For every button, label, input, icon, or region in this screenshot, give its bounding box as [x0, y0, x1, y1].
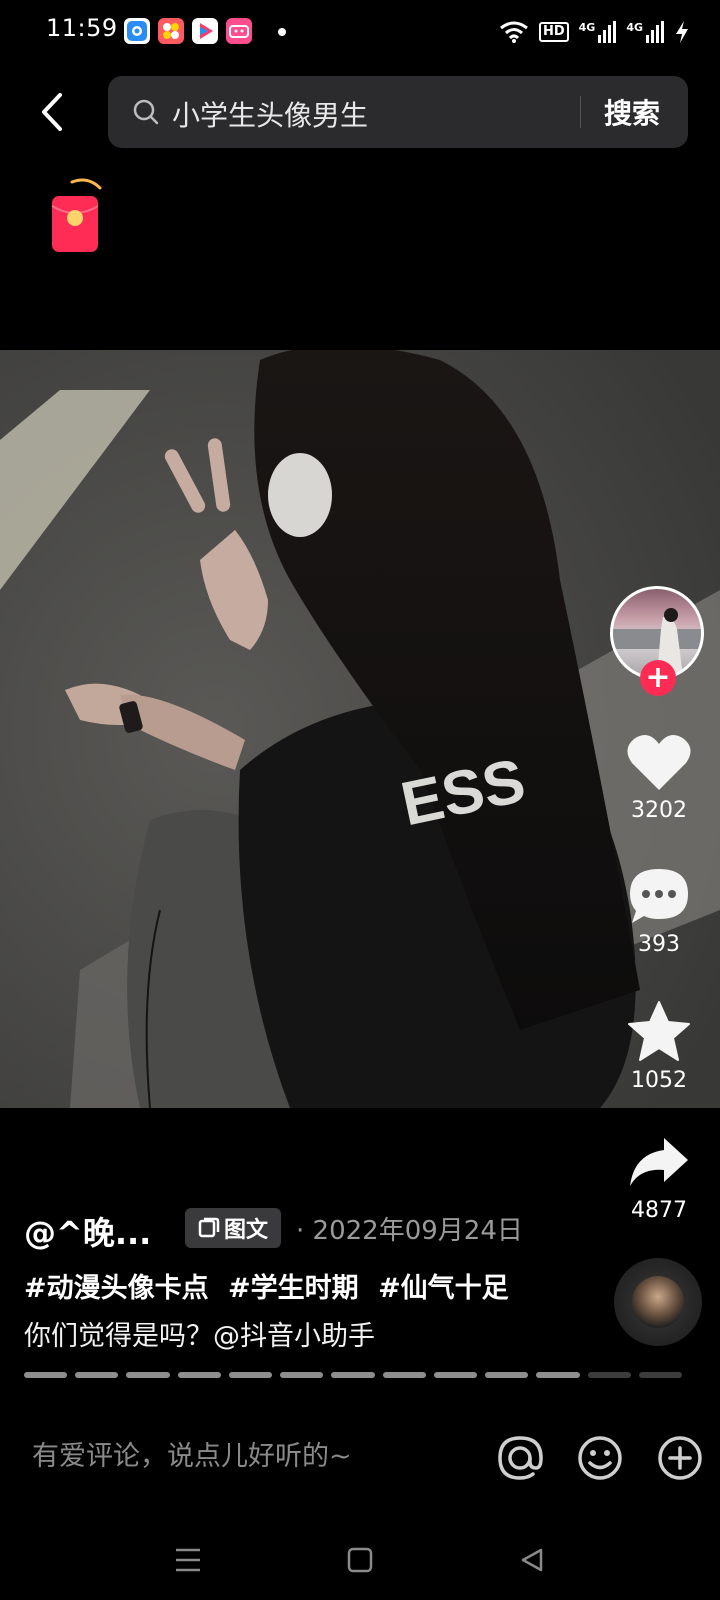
- network-type-2: 4G: [626, 21, 643, 34]
- system-nav-bar: [0, 1520, 720, 1600]
- music-disc[interactable]: [614, 1258, 702, 1346]
- comment-input[interactable]: 有爱评论，说点儿好听的~: [32, 1434, 352, 1473]
- home-button[interactable]: [340, 1540, 380, 1580]
- share-count: 4877: [631, 1198, 687, 1223]
- signal-icon-2: 4G: [626, 21, 664, 43]
- progress-segment: [536, 1372, 580, 1378]
- status-time: 11:59: [46, 14, 118, 42]
- hd-voice-badge: HD: [538, 22, 569, 42]
- plus-circle-icon[interactable]: [656, 1434, 704, 1482]
- post-description[interactable]: 你们觉得是吗？@抖音小助手: [24, 1314, 375, 1353]
- image-post-icon: [198, 1217, 220, 1238]
- hashtag[interactable]: #仙气十足: [378, 1273, 509, 1304]
- progress-segment: [177, 1372, 221, 1378]
- comment-action[interactable]: 393: [614, 866, 704, 957]
- author-avatar[interactable]: +: [610, 586, 704, 696]
- hashtag-list: #动漫头像卡点 #学生时期 #仙气十足: [24, 1266, 519, 1305]
- app-notification-icon-3: [192, 18, 218, 44]
- status-bar: 11:59 HD 4G 4G: [0, 0, 720, 66]
- wifi-icon: [500, 21, 528, 43]
- square-icon: [347, 1547, 373, 1573]
- status-indicators: HD 4G 4G: [499, 16, 690, 48]
- progress-segment: [587, 1372, 631, 1378]
- menu-icon: [176, 1548, 200, 1572]
- app-notification-icon-2: [158, 18, 184, 44]
- search-icon: [133, 99, 159, 125]
- triangle-back-icon: [521, 1548, 543, 1572]
- progress-segment: [485, 1372, 529, 1378]
- star-icon: [628, 1001, 690, 1061]
- recents-button[interactable]: [168, 1540, 208, 1580]
- red-packet-icon[interactable]: [48, 176, 104, 256]
- progress-segment: [280, 1372, 324, 1378]
- progress-segment: [126, 1372, 170, 1378]
- back-button[interactable]: [32, 88, 72, 136]
- like-action[interactable]: 3202: [614, 732, 704, 823]
- comment-bubble-icon: [630, 869, 688, 923]
- follow-button[interactable]: +: [640, 660, 676, 696]
- progress-segment: [331, 1372, 375, 1378]
- progress-segment: [24, 1372, 68, 1378]
- charging-icon: [676, 21, 688, 43]
- search-input[interactable]: 小学生头像男生: [172, 94, 368, 134]
- post-date: · 2022年09月24日: [296, 1216, 523, 1246]
- hashtag[interactable]: #动漫头像卡点: [24, 1273, 209, 1304]
- network-type-1: 4G: [578, 21, 596, 34]
- favorite-action[interactable]: 1052: [614, 1000, 704, 1093]
- app-notification-icon-1: [124, 18, 150, 44]
- post-type-chip: 图文: [185, 1208, 281, 1248]
- progress-segment: [638, 1372, 683, 1378]
- author-name[interactable]: @^晚...: [24, 1208, 151, 1254]
- back-nav-button[interactable]: [512, 1540, 552, 1580]
- post-image[interactable]: ESS: [0, 350, 720, 1108]
- like-count: 3202: [631, 798, 687, 823]
- comment-count: 393: [638, 932, 680, 957]
- progress-segment: [228, 1372, 273, 1378]
- music-cover: [632, 1276, 684, 1328]
- chevron-left-icon: [42, 93, 62, 131]
- search-button[interactable]: 搜索: [604, 92, 660, 132]
- image-progress: [24, 1372, 683, 1378]
- search-divider: [580, 96, 581, 128]
- heart-icon: [627, 735, 691, 790]
- search-bar[interactable]: 小学生头像男生 搜索: [108, 76, 688, 148]
- share-action[interactable]: 4877: [614, 1134, 704, 1223]
- favorite-count: 1052: [631, 1068, 687, 1093]
- progress-segment: [382, 1372, 426, 1378]
- hashtag[interactable]: #学生时期: [228, 1273, 359, 1304]
- share-arrow-icon: [630, 1138, 688, 1186]
- signal-icon-1: 4G: [579, 21, 617, 43]
- app-notification-icon-4: [226, 18, 252, 44]
- notification-dot: [278, 28, 286, 36]
- progress-segment: [433, 1372, 478, 1378]
- post-photo: ESS: [0, 350, 720, 1108]
- progress-segment: [75, 1372, 119, 1378]
- smiley-icon[interactable]: [576, 1434, 624, 1482]
- post-type-label: 图文: [223, 1218, 268, 1243]
- at-sign-icon[interactable]: [496, 1434, 544, 1482]
